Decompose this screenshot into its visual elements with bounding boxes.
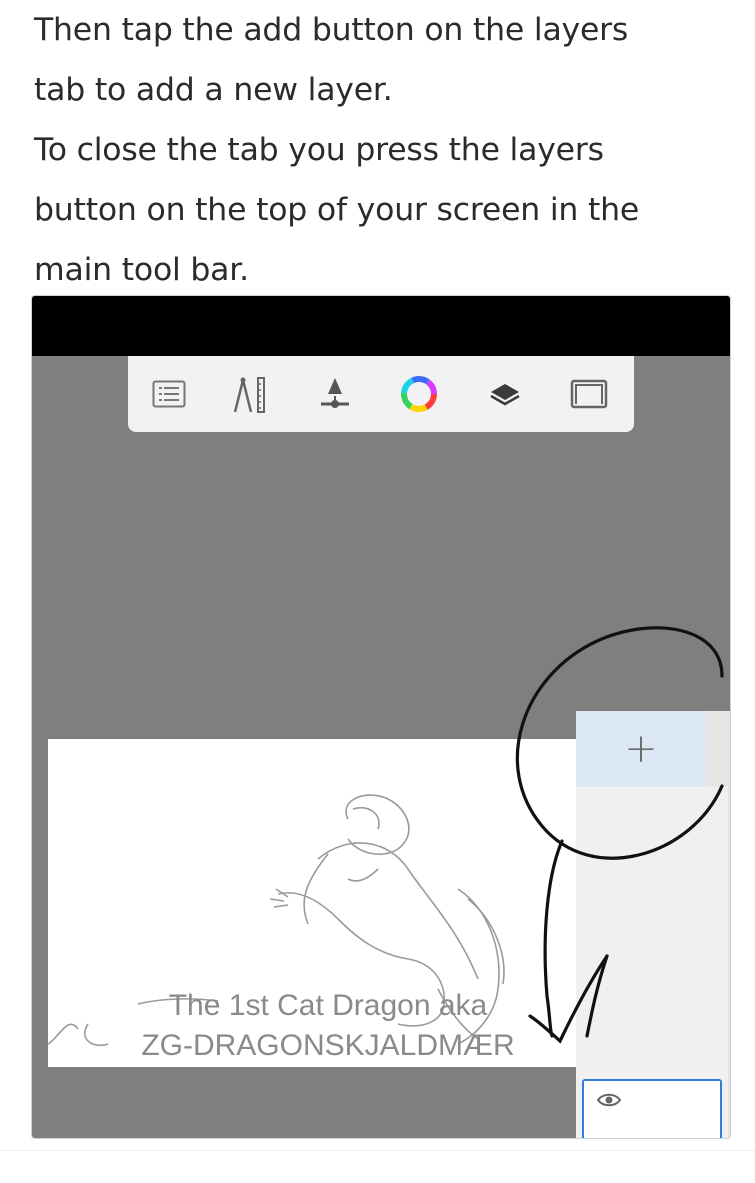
fullscreen-icon[interactable]	[568, 374, 610, 414]
instruction-line: To close the tab you press the layers	[34, 132, 604, 168]
layer-item[interactable]	[582, 1079, 722, 1138]
status-bar	[32, 296, 730, 356]
instruction-line: main tool bar.	[34, 252, 249, 288]
eye-icon[interactable]	[596, 1091, 622, 1109]
ruler-tools-icon[interactable]	[228, 374, 270, 414]
app-screenshot: The 1st Cat Dragon aka ZG-DRAGONSKJALDMÆ…	[32, 296, 730, 1138]
drawing-canvas[interactable]: The 1st Cat Dragon aka ZG-DRAGONSKJALDMÆ…	[48, 739, 608, 1067]
brush-size-icon[interactable]	[314, 374, 356, 414]
instruction-line: tab to add a new layer.	[34, 72, 393, 108]
instruction-text: Then tap the add button on the layers ta…	[34, 0, 734, 300]
add-layer-button[interactable]: +	[576, 711, 706, 787]
divider	[0, 1150, 755, 1151]
watermark-line: The 1st Cat Dragon aka	[168, 989, 488, 1022]
instruction-line: button on the top of your screen in the	[34, 192, 640, 228]
main-toolbar	[128, 356, 634, 432]
color-wheel-icon[interactable]	[398, 374, 440, 414]
instruction-line: Then tap the add button on the layers	[34, 12, 629, 48]
watermark-line: ZG-DRAGONSKJALDMÆR	[141, 1029, 515, 1062]
layers-panel: +	[576, 711, 730, 1138]
layers-icon[interactable]	[484, 374, 526, 414]
list-icon[interactable]	[148, 374, 190, 414]
